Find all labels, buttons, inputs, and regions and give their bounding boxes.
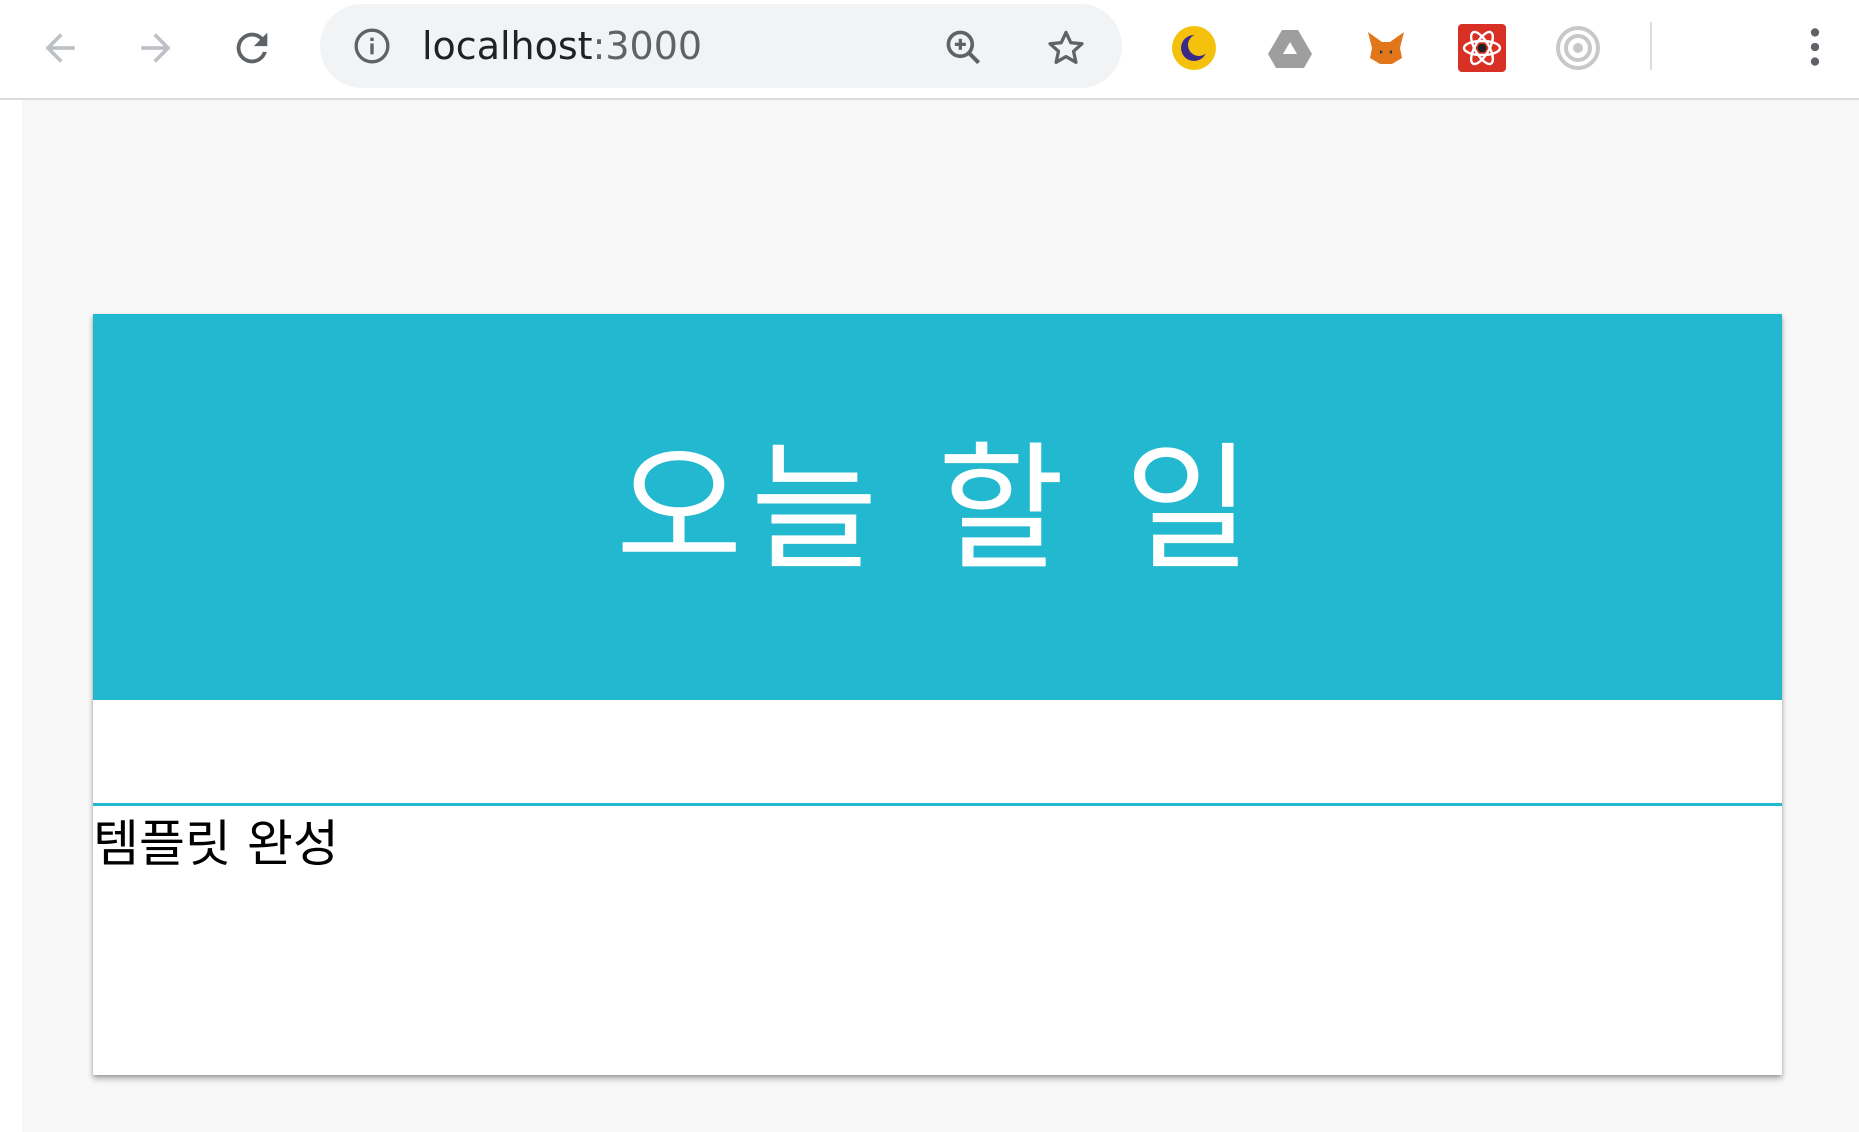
kebab-menu-icon	[1810, 28, 1820, 66]
app-title: 오늘 할 일	[615, 429, 1260, 590]
site-info-button[interactable]	[352, 26, 392, 66]
url-port: :3000	[592, 24, 703, 68]
bookmark-button[interactable]	[1044, 26, 1088, 70]
reload-button[interactable]	[222, 18, 282, 78]
info-icon	[354, 28, 390, 64]
react-devtools-extension-button[interactable]	[1458, 24, 1506, 72]
target-extension-button[interactable]	[1554, 24, 1602, 72]
star-icon	[1048, 30, 1084, 64]
page-content: 오늘 할 일 템플릿 완성	[22, 100, 1859, 1132]
forward-arrow-icon	[141, 33, 171, 63]
url-host: localhost	[422, 24, 593, 68]
google-drive-extension-button[interactable]	[1266, 24, 1314, 72]
todo-item[interactable]: 템플릿 완성	[93, 812, 339, 876]
url-text[interactable]: localhost:3000	[422, 23, 702, 69]
browser-toolbar: localhost:3000	[0, 0, 1859, 100]
todo-insert-form[interactable]	[93, 700, 1782, 806]
todo-list: 템플릿 완성	[93, 806, 1782, 1075]
address-bar[interactable]: localhost:3000	[320, 4, 1122, 88]
metamask-extension-icon	[1368, 32, 1404, 64]
react-devtools-extension-icon	[1458, 24, 1506, 72]
reload-icon	[236, 32, 268, 64]
back-arrow-icon	[45, 33, 75, 63]
browser-menu-button[interactable]	[1790, 22, 1840, 72]
todo-template: 오늘 할 일 템플릿 완성	[93, 314, 1782, 1075]
target-extension-icon	[1556, 26, 1600, 70]
night-mode-extension-button[interactable]	[1170, 24, 1218, 72]
todo-header: 오늘 할 일	[93, 314, 1782, 700]
zoom-in-icon	[946, 30, 981, 65]
metamask-extension-button[interactable]	[1362, 24, 1410, 72]
night-mode-extension-icon	[1172, 26, 1216, 70]
back-button[interactable]	[30, 18, 90, 78]
google-drive-extension-icon	[1268, 30, 1312, 68]
forward-button[interactable]	[126, 18, 186, 78]
toolbar-divider	[1650, 22, 1652, 70]
zoom-button[interactable]	[942, 26, 986, 70]
